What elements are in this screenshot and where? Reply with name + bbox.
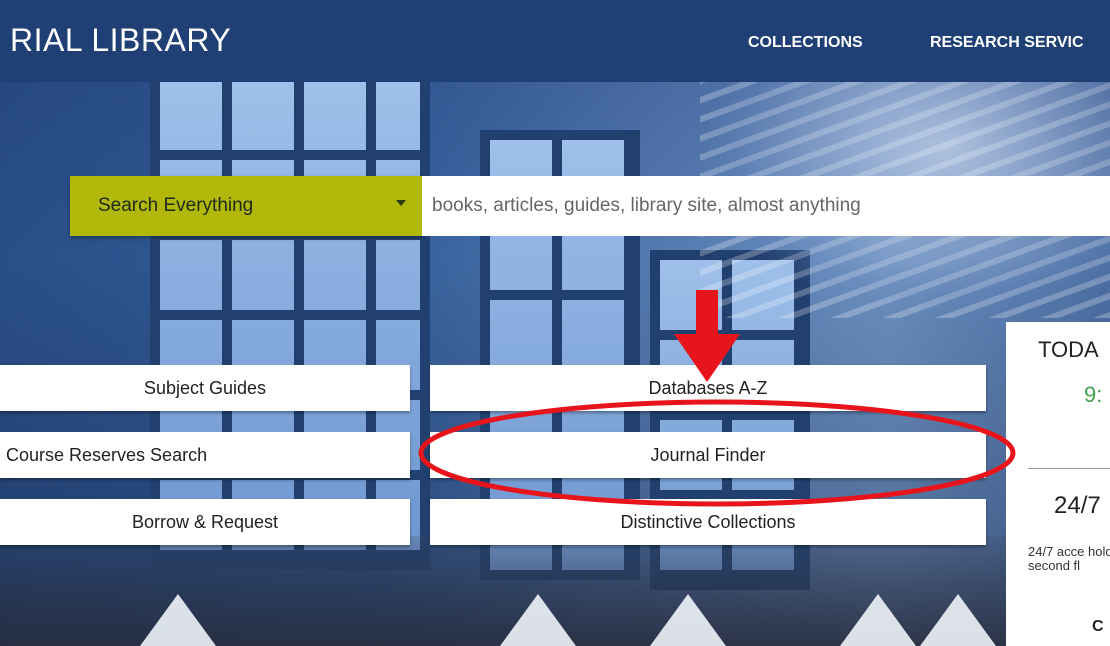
hours-link[interactable]: C <box>1092 618 1104 636</box>
borrow-request-button[interactable]: Borrow & Request <box>0 499 410 545</box>
hours-time: 9: <box>1084 382 1103 407</box>
window-frame <box>150 70 430 570</box>
library-hero-background <box>0 0 1110 646</box>
button-label: Distinctive Collections <box>620 511 796 532</box>
search-scope-dropdown[interactable]: Search Everything <box>70 176 422 236</box>
search-scope-label: Search Everything <box>98 195 254 216</box>
subject-guides-button[interactable]: Subject Guides <box>0 365 410 411</box>
highlight-ring <box>418 399 1016 507</box>
divider <box>1028 468 1110 469</box>
course-reserves-search-button[interactable]: Course Reserves Search <box>0 432 410 478</box>
lamp-shade <box>840 594 916 646</box>
site-title[interactable]: RIAL LIBRARY <box>10 22 231 59</box>
site-header: RIAL LIBRARY COLLECTIONS RESEARCH SERVIC <box>0 0 1110 82</box>
lamp-shade <box>140 594 216 646</box>
button-label: Borrow & Request <box>131 511 279 532</box>
red-down-arrow-icon <box>674 290 740 382</box>
lamp-shade <box>500 594 576 646</box>
chevron-down-icon <box>396 200 406 206</box>
hours-247-note: 24/7 acce holders i second fl <box>1028 544 1110 573</box>
hours-247-heading: 24/7 <box>1054 492 1101 519</box>
lamp-shade <box>650 594 726 646</box>
hours-title: TODA <box>1038 337 1099 362</box>
nav-collections[interactable]: COLLECTIONS <box>748 34 863 52</box>
search-input[interactable] <box>422 176 1110 236</box>
arrow-shaft <box>696 290 718 338</box>
nav-research-services[interactable]: RESEARCH SERVIC <box>930 34 1084 52</box>
search-bar: Search Everything <box>70 176 1110 236</box>
button-label: Subject Guides <box>143 377 267 398</box>
button-label: Course Reserves Search <box>6 444 208 465</box>
arrow-head <box>674 334 740 382</box>
hours-panel: TODA 9: 24/7 24/7 acce holders i second … <box>1006 322 1110 646</box>
lamp-shade <box>920 594 996 646</box>
red-highlight-ellipse <box>418 399 1016 507</box>
